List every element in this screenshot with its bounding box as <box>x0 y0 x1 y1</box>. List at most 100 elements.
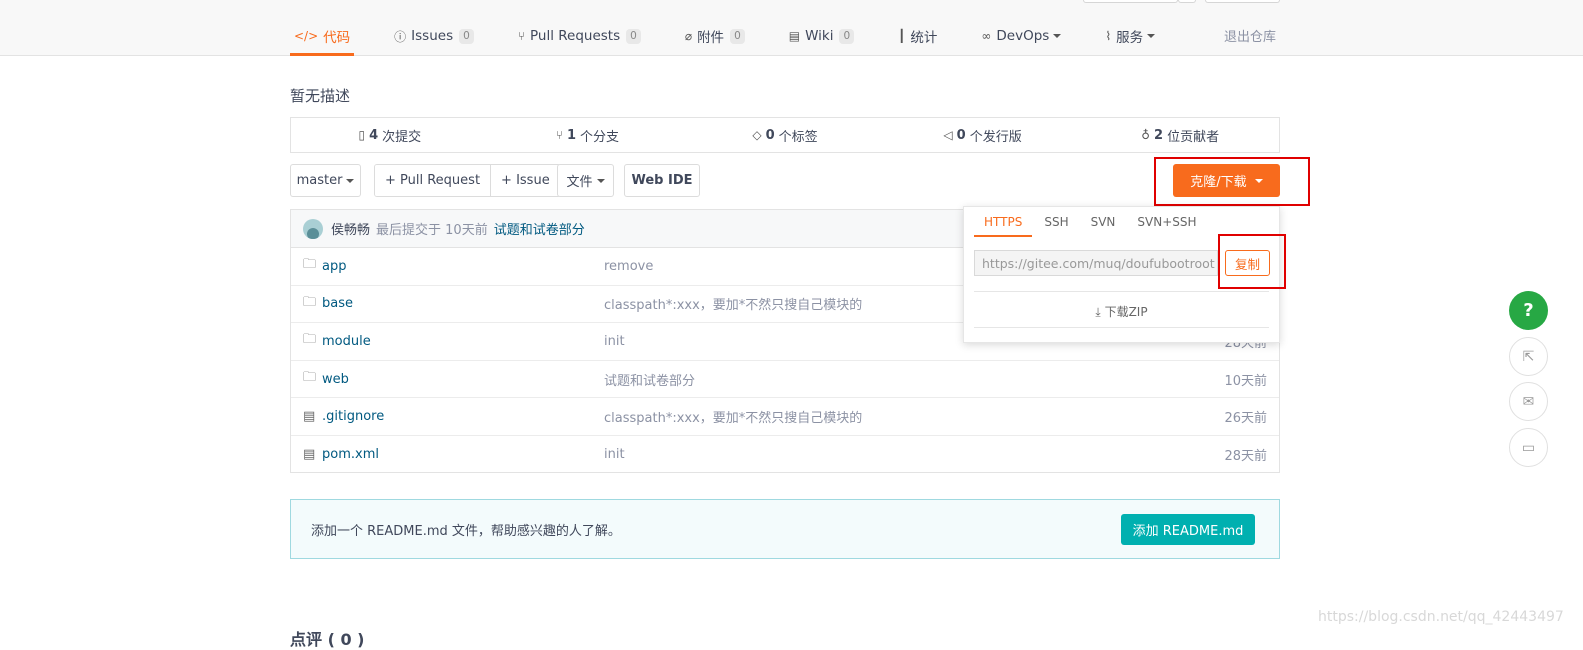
add-readme-button[interactable]: 添加 README.md <box>1121 514 1255 545</box>
share-button[interactable]: ⇱ <box>1509 337 1548 376</box>
tag-icon: ◇ <box>752 128 762 142</box>
branch-icon: ⑂ <box>555 128 563 142</box>
file-name[interactable]: module <box>322 334 371 349</box>
download-zip-label: 下载ZIP <box>1104 305 1148 319</box>
highlight-box <box>1218 234 1286 289</box>
stat-branches[interactable]: ⑂ 1 个分支 <box>489 118 687 152</box>
file-name[interactable]: app <box>322 259 346 274</box>
file-icon: ▤ <box>303 409 316 425</box>
file-commit-message[interactable]: classpath*:xxx，要加*不然只搜自己模块的 <box>604 407 862 426</box>
count-badge: 0 <box>839 28 855 44</box>
question-icon: ? <box>1523 300 1534 321</box>
release-icon: ◁ <box>943 128 953 142</box>
file-commit-message[interactable]: remove <box>604 259 653 274</box>
repo-stats-bar: ▯ 4 次提交 ⑂ 1 个分支 ◇ 0 个标签 ◁ 0 个发行版 ♁ 2 位贡献… <box>290 117 1280 153</box>
download-zip-link[interactable]: ⤓ 下载ZIP <box>964 303 1279 320</box>
infinity-icon: ∞ <box>981 29 992 43</box>
tab-stats[interactable]: ┃ 统计 <box>894 18 941 54</box>
header-control-stub[interactable] <box>1205 0 1280 3</box>
stat-contributors[interactable]: ♁ 2 位贡献者 <box>1081 118 1279 152</box>
pulse-icon: ⌇ <box>1105 29 1112 43</box>
chat-button[interactable]: ▭ <box>1509 428 1548 467</box>
stat-count: 2 <box>1154 127 1164 143</box>
tab-wiki[interactable]: ▤ Wiki 0 <box>785 18 858 54</box>
tab-issues[interactable]: ⓘ Issues 0 <box>390 18 478 54</box>
tab-label: 统计 <box>910 30 938 46</box>
stat-label: 个标签 <box>778 129 818 145</box>
exit-repo-link[interactable]: 退出仓库 <box>1224 26 1276 45</box>
file-commit-message[interactable]: init <box>604 334 625 349</box>
branch-select[interactable]: master <box>290 164 361 197</box>
commit-message[interactable]: 试题和试卷部分 <box>494 219 585 238</box>
file-menu-label: 文件 <box>566 175 593 190</box>
mail-button[interactable]: ✉ <box>1509 382 1548 421</box>
contributors-icon: ♁ <box>1141 128 1151 142</box>
commit-author[interactable]: 侯畅畅 <box>331 219 370 238</box>
external-link-icon: ⇱ <box>1522 348 1535 365</box>
create-button-group: + Pull Request + Issue <box>374 164 561 197</box>
clone-protocol-tabs: HTTPS SSH SVN SVN+SSH <box>974 215 1209 237</box>
stat-commits[interactable]: ▯ 4 次提交 <box>291 118 489 152</box>
tab-label: 附件 <box>697 30 725 46</box>
help-button[interactable]: ? <box>1509 291 1548 330</box>
tab-label: 代码 <box>323 30 351 46</box>
stat-label: 个发行版 <box>969 129 1022 145</box>
file-commit-message[interactable]: init <box>604 447 625 462</box>
tab-label: Issues <box>411 28 454 44</box>
header-control-stub[interactable] <box>1083 0 1178 3</box>
download-icon: ⤓ <box>1095 305 1101 319</box>
tab-label: 服务 <box>1116 30 1144 46</box>
tab-svn[interactable]: SVN <box>1081 215 1126 237</box>
file-name[interactable]: pom.xml <box>322 447 379 462</box>
divider <box>974 291 1269 292</box>
tab-attachments[interactable]: ⌀ 附件 0 <box>681 18 749 54</box>
book-icon: ▤ <box>788 29 801 43</box>
tab-label: Pull Requests <box>530 28 621 44</box>
clone-url-input[interactable]: https://gitee.com/muq/doufubootroot <box>974 250 1218 276</box>
tab-code[interactable]: </> 代码 <box>290 18 355 56</box>
file-commit-message[interactable]: 试题和试卷部分 <box>604 370 695 389</box>
folder-icon: 🗀 <box>303 332 317 348</box>
file-name[interactable]: base <box>322 296 353 311</box>
table-row: ▤ .gitignore classpath*:xxx，要加*不然只搜自己模块的… <box>291 398 1279 436</box>
chevron-down-icon <box>346 178 355 183</box>
tab-devops[interactable]: ∞ DevOps <box>977 18 1065 54</box>
file-time: 26天前 <box>1224 411 1267 427</box>
tab-ssh[interactable]: SSH <box>1034 215 1078 237</box>
commit-icon: ▯ <box>358 128 366 142</box>
table-row: ▤ pom.xml init 28天前 <box>291 436 1279 474</box>
file-name[interactable]: .gitignore <box>322 409 384 424</box>
stat-count: 0 <box>765 127 775 143</box>
stat-tags[interactable]: ◇ 0 个标签 <box>686 118 884 152</box>
stat-count: 0 <box>956 127 966 143</box>
tab-pull-requests[interactable]: ⑂ Pull Requests 0 <box>514 18 645 54</box>
tab-label: Wiki <box>805 28 834 44</box>
folder-icon: 🗀 <box>303 257 317 273</box>
branch-label: master <box>296 173 343 188</box>
stat-releases[interactable]: ◁ 0 个发行版 <box>884 118 1082 152</box>
file-commit-message[interactable]: classpath*:xxx，要加*不然只搜自己模块的 <box>604 294 862 313</box>
file-menu-button[interactable]: 文件 <box>557 164 614 197</box>
mail-icon: ✉ <box>1522 393 1535 410</box>
bar-chart-icon: ┃ <box>898 29 906 43</box>
repo-description: 暂无描述 <box>290 87 351 105</box>
issue-icon: ⓘ <box>394 29 407 44</box>
web-ide-button[interactable]: Web IDE <box>624 164 700 197</box>
folder-icon: 🗀 <box>303 294 317 310</box>
tab-svn-ssh[interactable]: SVN+SSH <box>1127 215 1206 237</box>
new-pull-request-button[interactable]: + Pull Request <box>375 165 491 196</box>
readme-prompt: 添加一个 README.md 文件，帮助感兴趣的人了解。 添加 README.m… <box>290 499 1280 559</box>
stat-count: 4 <box>369 127 379 143</box>
chat-icon: ▭ <box>1521 439 1536 456</box>
readme-prompt-text: 添加一个 README.md 文件，帮助感兴趣的人了解。 <box>311 523 621 539</box>
file-time: 10天前 <box>1224 373 1267 389</box>
new-issue-button[interactable]: + Issue <box>490 165 560 196</box>
tab-label: DevOps <box>996 28 1050 44</box>
tab-https[interactable]: HTTPS <box>974 215 1033 237</box>
tab-services[interactable]: ⌇ 服务 <box>1101 18 1159 54</box>
avatar[interactable] <box>303 218 323 239</box>
header-control-stub[interactable] <box>1178 0 1196 3</box>
file-name[interactable]: web <box>322 372 349 387</box>
divider <box>974 327 1269 328</box>
table-row: 🗀 web 试题和试卷部分 10天前 <box>291 361 1279 399</box>
